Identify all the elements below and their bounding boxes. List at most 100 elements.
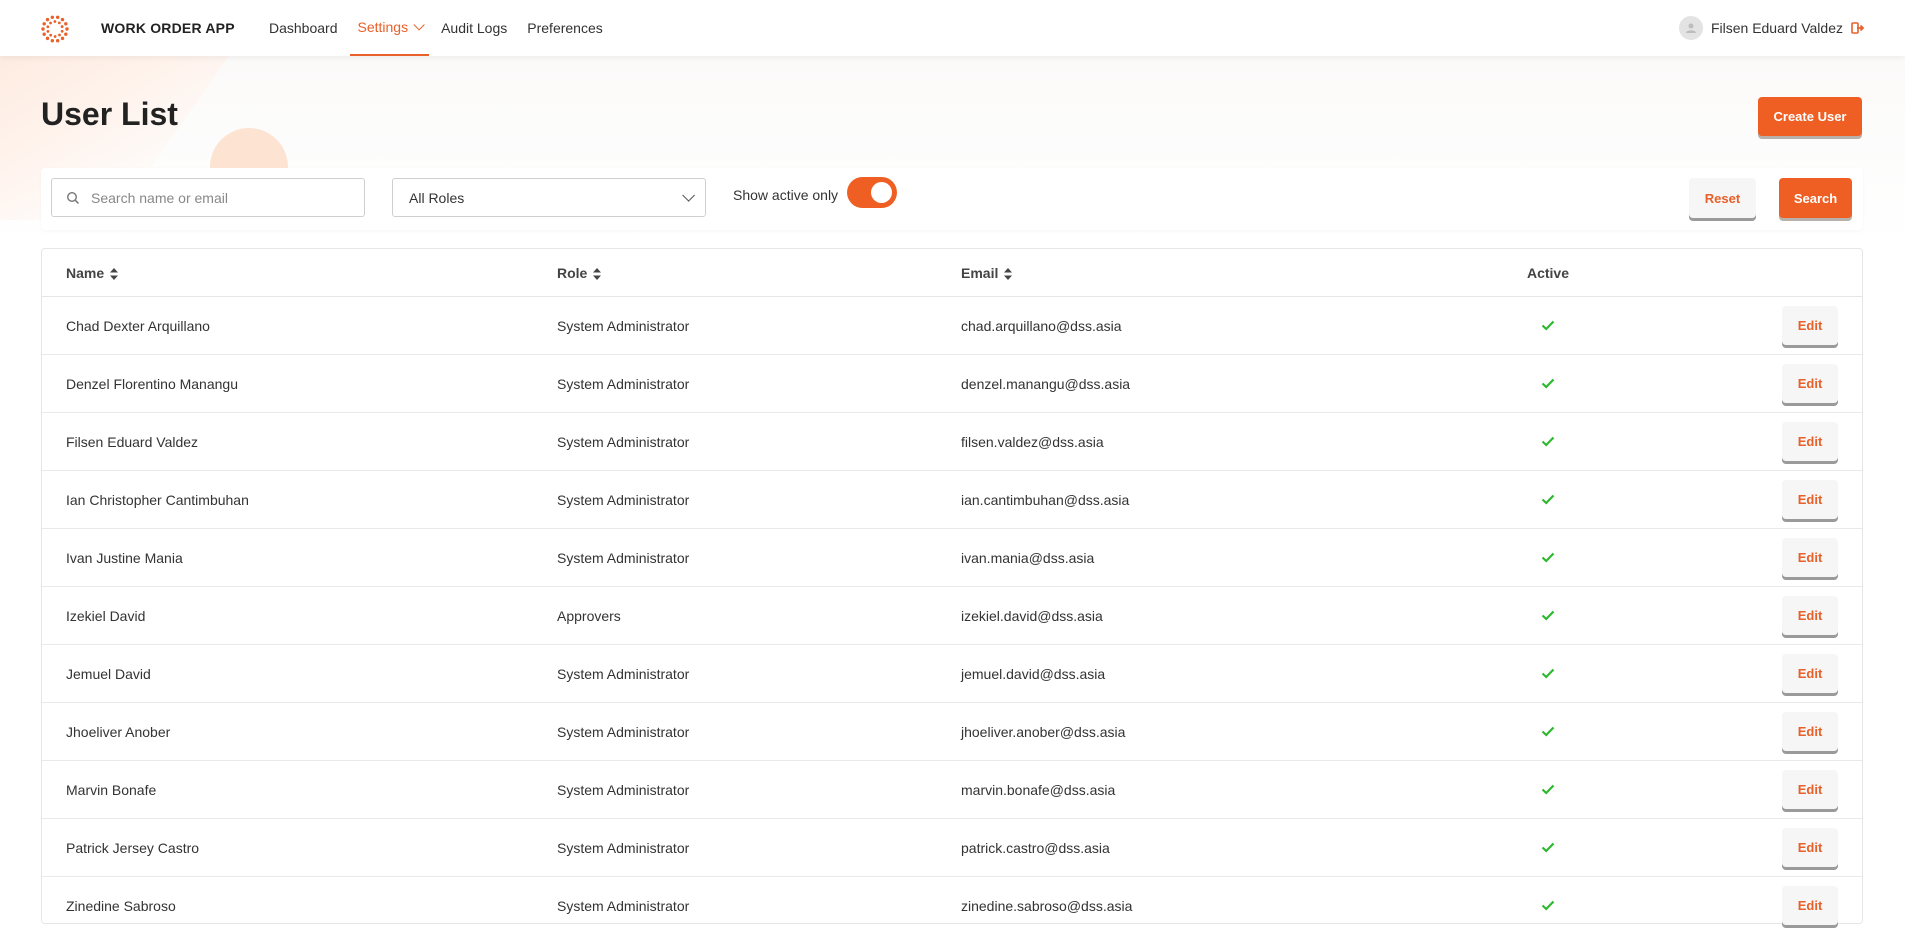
nav-preferences[interactable]: Preferences: [519, 0, 610, 56]
search-icon: [66, 191, 80, 204]
cell-role: Approvers: [557, 586, 961, 645]
check-icon: [1541, 552, 1555, 563]
check-icon: [1541, 784, 1555, 795]
cell-name: Patrick Jersey Castro: [42, 818, 557, 877]
check-icon: [1541, 378, 1555, 389]
cell-role: System Administrator: [557, 528, 961, 587]
sort-icon: [110, 267, 119, 280]
column-header-email[interactable]: Email: [961, 249, 1488, 297]
reset-button[interactable]: Reset: [1689, 178, 1756, 218]
nav-audit-logs-label: Audit Logs: [441, 20, 508, 36]
cell-active: [1488, 877, 1608, 935]
edit-button[interactable]: Edit: [1782, 364, 1838, 403]
cell-active: [1488, 586, 1608, 645]
table-row: Ian Christopher Cantimbuhan System Admini…: [42, 470, 1862, 529]
cell-email: ivan.mania@dss.asia: [961, 528, 1488, 587]
check-icon: [1541, 436, 1555, 447]
edit-button[interactable]: Edit: [1782, 770, 1838, 809]
filter-bar: All Roles Show active only Reset Search: [41, 168, 1863, 230]
app-title: WORK ORDER APP: [101, 20, 235, 36]
cell-name: Filsen Eduard Valdez: [42, 412, 557, 471]
edit-button[interactable]: Edit: [1782, 828, 1838, 867]
show-active-toggle[interactable]: [847, 177, 897, 208]
cell-actions: Edit: [1608, 470, 1862, 529]
cell-email: filsen.valdez@dss.asia: [961, 412, 1488, 471]
cell-active: [1488, 296, 1608, 355]
cell-active: [1488, 760, 1608, 819]
nav-settings-label: Settings: [357, 19, 409, 35]
cell-actions: Edit: [1608, 412, 1862, 471]
nav-settings[interactable]: Settings: [349, 0, 430, 56]
cell-role: System Administrator: [557, 818, 961, 877]
edit-button[interactable]: Edit: [1782, 712, 1838, 751]
column-header-name[interactable]: Name: [42, 249, 557, 297]
edit-button[interactable]: Edit: [1782, 538, 1838, 577]
nav-dashboard-label: Dashboard: [269, 20, 338, 36]
cell-email: marvin.bonafe@dss.asia: [961, 760, 1488, 819]
cell-active: [1488, 818, 1608, 877]
cell-name: Jemuel David: [42, 644, 557, 703]
cell-actions: Edit: [1608, 586, 1862, 645]
cell-role: System Administrator: [557, 470, 961, 529]
edit-button[interactable]: Edit: [1782, 422, 1838, 461]
role-select-value: All Roles: [409, 189, 465, 206]
search-field[interactable]: [51, 178, 365, 217]
cell-actions: Edit: [1608, 760, 1862, 819]
page-title: User List: [41, 96, 178, 132]
table-row: Zinedine Sabroso System Administrator zine…: [42, 877, 1862, 935]
edit-button[interactable]: Edit: [1782, 596, 1838, 635]
cell-email: jhoeliver.anober@dss.asia: [961, 702, 1488, 761]
top-navbar: WORK ORDER APP Dashboard Settings Audit …: [0, 0, 1905, 56]
cell-actions: Edit: [1608, 528, 1862, 587]
cell-email: izekiel.david@dss.asia: [961, 586, 1488, 645]
user-menu[interactable]: Filsen Eduard Valdez: [1678, 16, 1865, 40]
cell-name: Ivan Justine Mania: [42, 528, 557, 587]
table-row: Jhoeliver Anober System Administrator jhoe…: [42, 702, 1862, 761]
cell-role: System Administrator: [557, 412, 961, 471]
check-icon: [1541, 320, 1555, 331]
cell-email: chad.arquillano@dss.asia: [961, 296, 1488, 355]
table-header-row: Name Role Email Active: [42, 249, 1862, 297]
column-header-role[interactable]: Role: [557, 249, 961, 297]
cell-actions: Edit: [1608, 877, 1862, 935]
cell-name: Jhoeliver Anober: [42, 702, 557, 761]
column-header-role-label: Role: [557, 264, 588, 281]
table-row: Patrick Jersey Castro System Administrato…: [42, 818, 1862, 877]
cell-email: zinedine.sabroso@dss.asia: [961, 897, 1133, 914]
logout-icon[interactable]: [1851, 21, 1865, 35]
table-body: Chad Dexter Arquillano System Administrat…: [42, 296, 1862, 935]
nav-dashboard[interactable]: Dashboard: [261, 0, 346, 56]
cell-name: Marvin Bonafe: [42, 760, 557, 819]
cell-role: System Administrator: [557, 702, 961, 761]
role-select[interactable]: All Roles: [392, 178, 706, 217]
column-header-active-label: Active: [1526, 264, 1570, 281]
cell-active: [1488, 528, 1608, 587]
search-input[interactable]: [89, 188, 353, 207]
cell-actions: Edit: [1608, 354, 1862, 413]
create-user-button[interactable]: Create User: [1758, 97, 1862, 136]
main-nav: Dashboard Settings Audit Logs Preference…: [261, 0, 615, 56]
edit-button[interactable]: Edit: [1782, 480, 1838, 519]
edit-button[interactable]: Edit: [1782, 306, 1838, 345]
cell-actions: Edit: [1608, 702, 1862, 761]
check-icon: [1541, 494, 1555, 505]
cell-name: Ian Christopher Cantimbuhan: [42, 470, 557, 529]
edit-button[interactable]: Edit: [1782, 654, 1838, 693]
user-icon: [1685, 23, 1696, 33]
user-name: Filsen Eduard Valdez: [1710, 20, 1843, 36]
edit-button[interactable]: Edit: [1782, 886, 1838, 925]
cell-actions: Edit: [1608, 818, 1862, 877]
toggle-knob: [871, 182, 892, 203]
search-button[interactable]: Search: [1779, 178, 1852, 218]
table-row: Denzel Florentino Manangu System Administ…: [42, 354, 1862, 413]
chevron-down-icon: [413, 19, 425, 31]
nav-audit-logs[interactable]: Audit Logs: [433, 0, 515, 56]
check-icon: [1541, 726, 1555, 737]
table-row: Ivan Justine Mania System Administrator iv…: [42, 528, 1862, 587]
column-header-name-label: Name: [66, 264, 105, 281]
sort-icon: [593, 267, 602, 280]
table-row: Filsen Eduard Valdez System Administrator…: [42, 412, 1862, 471]
user-table: Name Role Email Active Chad Dexter Arqui…: [42, 249, 1862, 934]
table-row: Izekiel David Approvers izekiel.david@dss.…: [42, 586, 1862, 645]
sunburst-logo-icon: [41, 15, 69, 43]
